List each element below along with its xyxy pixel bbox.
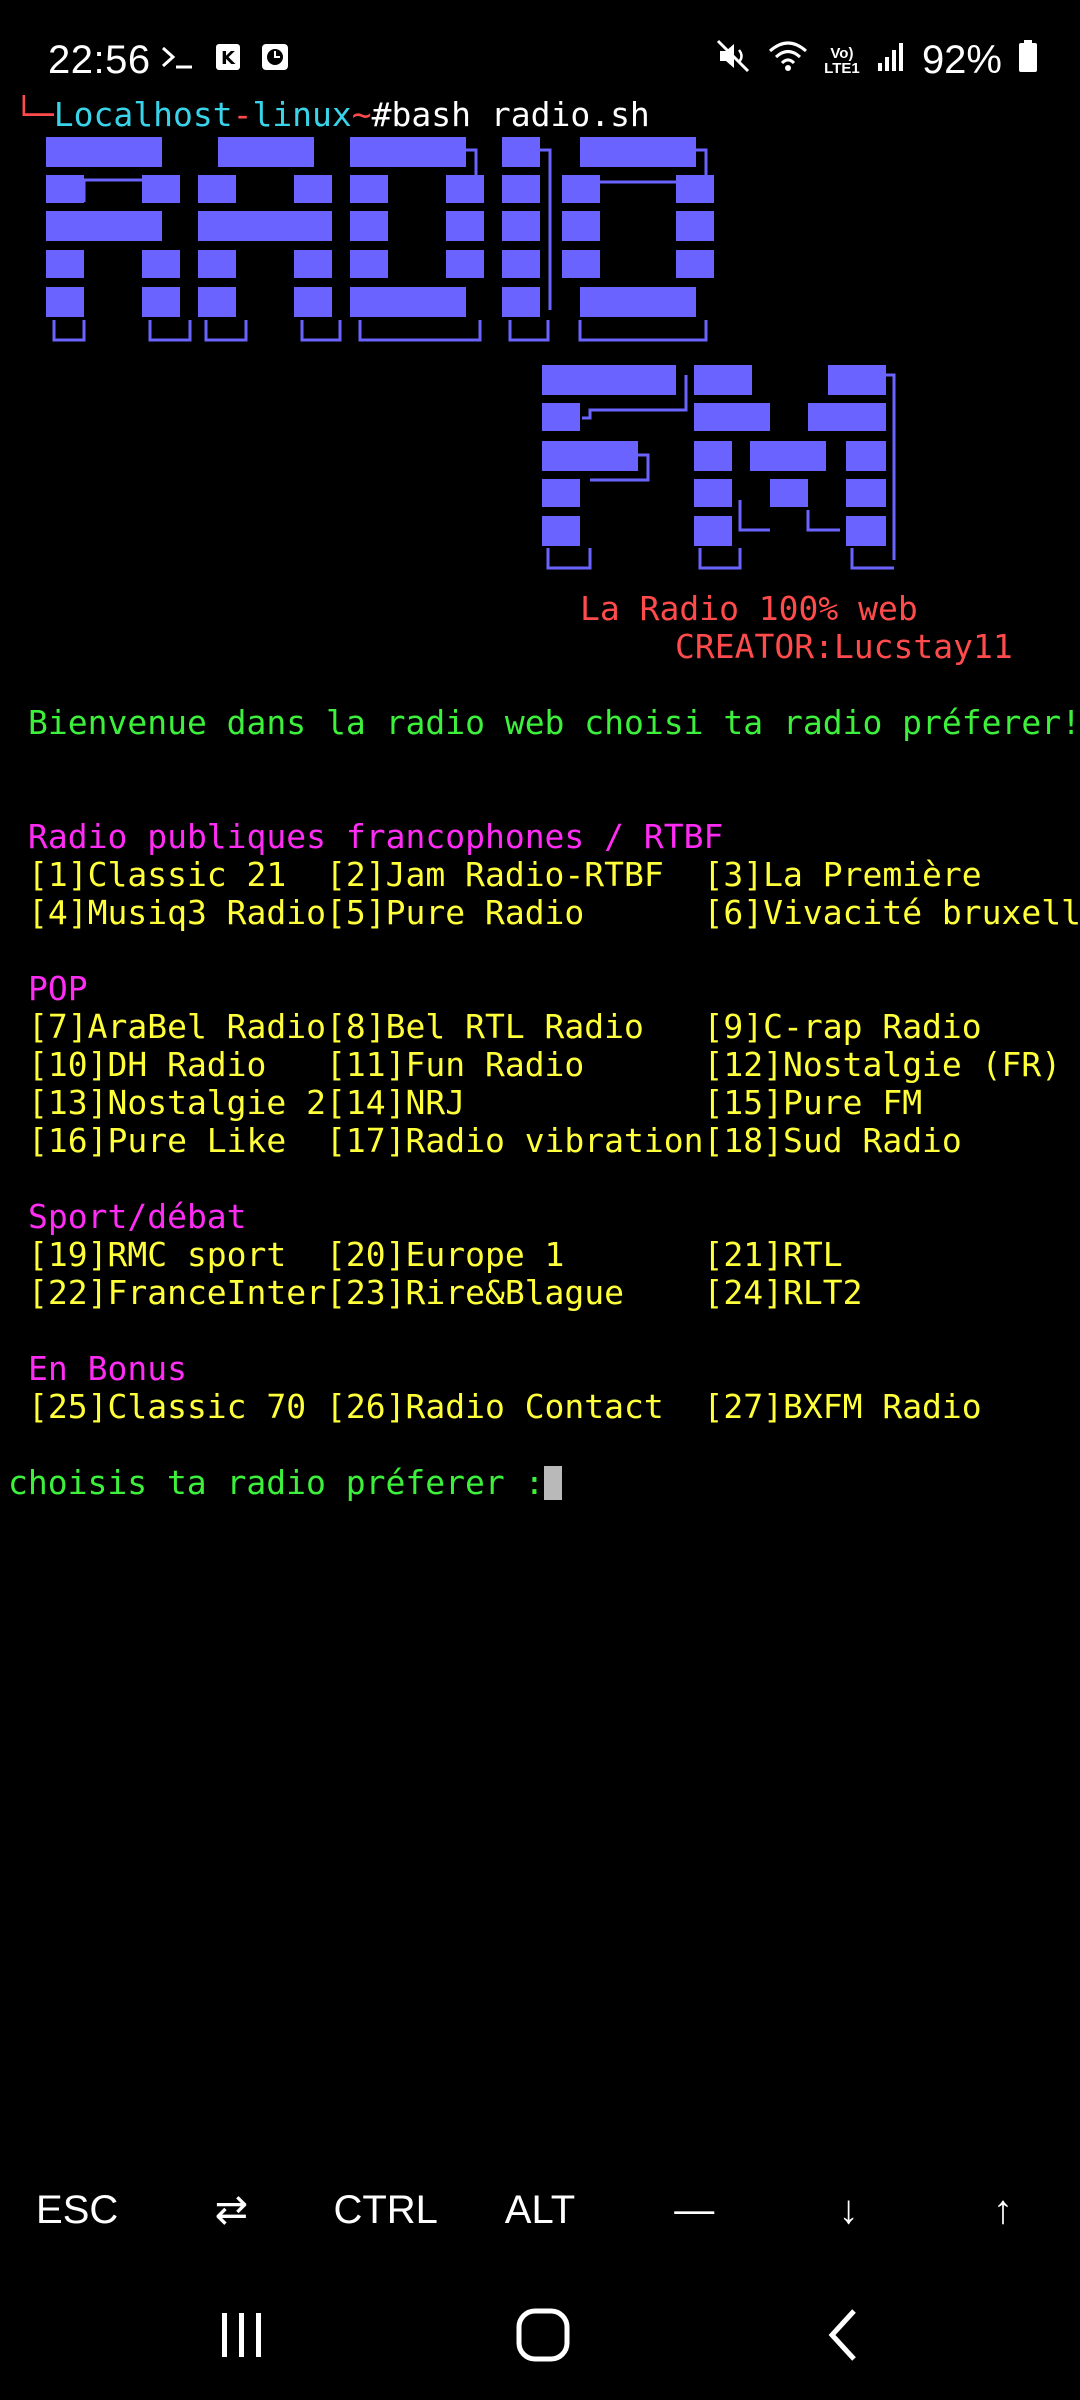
station-row: [1]Classic 21 [2]Jam Radio-RTBF [3]La Pr… — [28, 856, 982, 894]
station-row: [7]AraBel Radio[8]Bel RTL Radio [9]C-rap… — [28, 1008, 982, 1046]
station-item: [23]Rire&Blague — [326, 1273, 704, 1312]
tab-key[interactable]: ⇄ — [156, 2187, 306, 2233]
section-title-bonus: En Bonus — [28, 1349, 187, 1388]
station-item: [13]Nostalgie 2 — [28, 1083, 327, 1122]
home-icon — [516, 2308, 570, 2362]
back-button[interactable] — [806, 2300, 886, 2370]
section-title-rtbf: Radio publiques francophones / RTBF — [28, 817, 724, 856]
station-item: [5]Pure Radio — [326, 893, 704, 932]
station-item: [18]Sud Radio — [703, 1121, 962, 1160]
station-item: [15]Pure FM — [703, 1083, 923, 1122]
station-item: [4]Musiq3 Radio — [28, 893, 327, 932]
back-icon — [828, 2309, 856, 2361]
welcome-message: Bienvenue dans la radio web choisi ta ra… — [28, 703, 1080, 742]
station-item: [25]Classic 70 — [28, 1387, 327, 1426]
station-row: [25]Classic 70 [26]Radio Contact [27]BXF… — [28, 1388, 982, 1426]
recent-apps-icon — [222, 2313, 261, 2357]
station-item: [3]La Première — [703, 855, 982, 894]
station-item: [20]Europe 1 — [326, 1235, 704, 1274]
input-prompt-line[interactable]: choisis ta radio préferer : — [8, 1463, 563, 1502]
station-row: [16]Pure Like [17]Radio vibration[18]Sud… — [28, 1122, 962, 1160]
station-item: [10]DH Radio — [28, 1045, 327, 1084]
station-item: [7]AraBel Radio — [28, 1007, 327, 1046]
station-item: [6]Vivacité bruxelle — [703, 893, 1080, 932]
extra-keys-bar: ESC ⇄ CTRL ALT — ↓ ↑ — [0, 2160, 1080, 2260]
station-item: [26]Radio Contact — [326, 1387, 704, 1426]
android-nav-bar — [0, 2270, 1080, 2400]
station-item: [2]Jam Radio-RTBF — [326, 855, 704, 894]
station-item: [24]RLT2 — [703, 1273, 863, 1312]
station-item: [16]Pure Like — [28, 1121, 327, 1160]
alt-key[interactable]: ALT — [465, 2188, 615, 2233]
station-item: [17]Radio vibration — [326, 1121, 704, 1160]
station-item: [14]NRJ — [326, 1083, 704, 1122]
banner-tagline: La Radio 100% web — [580, 589, 918, 628]
down-arrow-key[interactable]: ↓ — [774, 2188, 924, 2233]
station-item: [22]FranceInter — [28, 1273, 327, 1312]
station-row: [10]DH Radio [11]Fun Radio [12]Nostalgie… — [28, 1046, 1061, 1084]
up-arrow-key[interactable]: ↑ — [928, 2188, 1078, 2233]
station-item: [19]RMC sport — [28, 1235, 327, 1274]
station-item: [21]RTL — [703, 1235, 843, 1274]
station-item: [8]Bel RTL Radio — [326, 1007, 704, 1046]
text-cursor[interactable] — [544, 1466, 563, 1500]
station-row: [22]FranceInter[23]Rire&Blague [24]RLT2 — [28, 1274, 862, 1312]
ascii-word-radio — [46, 137, 714, 342]
station-row: [19]RMC sport [20]Europe 1 [21]RTL — [28, 1236, 843, 1274]
station-row: [4]Musiq3 Radio[5]Pure Radio [6]Vivacité… — [28, 894, 1080, 932]
station-item: [27]BXFM Radio — [703, 1387, 982, 1426]
station-item: [11]Fun Radio — [326, 1045, 704, 1084]
esc-key[interactable]: ESC — [2, 2188, 152, 2233]
station-item: [12]Nostalgie (FR) — [703, 1045, 1062, 1084]
ctrl-key[interactable]: CTRL — [311, 2188, 461, 2233]
ascii-word-fm — [542, 365, 896, 570]
station-row: [13]Nostalgie 2[14]NRJ [15]Pure FM — [28, 1084, 922, 1122]
section-title-pop: POP — [28, 969, 88, 1008]
station-item: [1]Classic 21 — [28, 855, 327, 894]
home-button[interactable] — [503, 2300, 583, 2370]
radio-fm-ascii-art — [46, 137, 896, 570]
banner-creator: CREATOR:Lucstay11 — [675, 627, 1013, 666]
recent-apps-button[interactable] — [202, 2300, 282, 2370]
section-title-sport: Sport/débat — [28, 1197, 247, 1236]
input-prompt: choisis ta radio préferer : — [8, 1463, 545, 1502]
station-item: [9]C-rap Radio — [703, 1007, 982, 1046]
dash-key[interactable]: — — [619, 2188, 769, 2233]
